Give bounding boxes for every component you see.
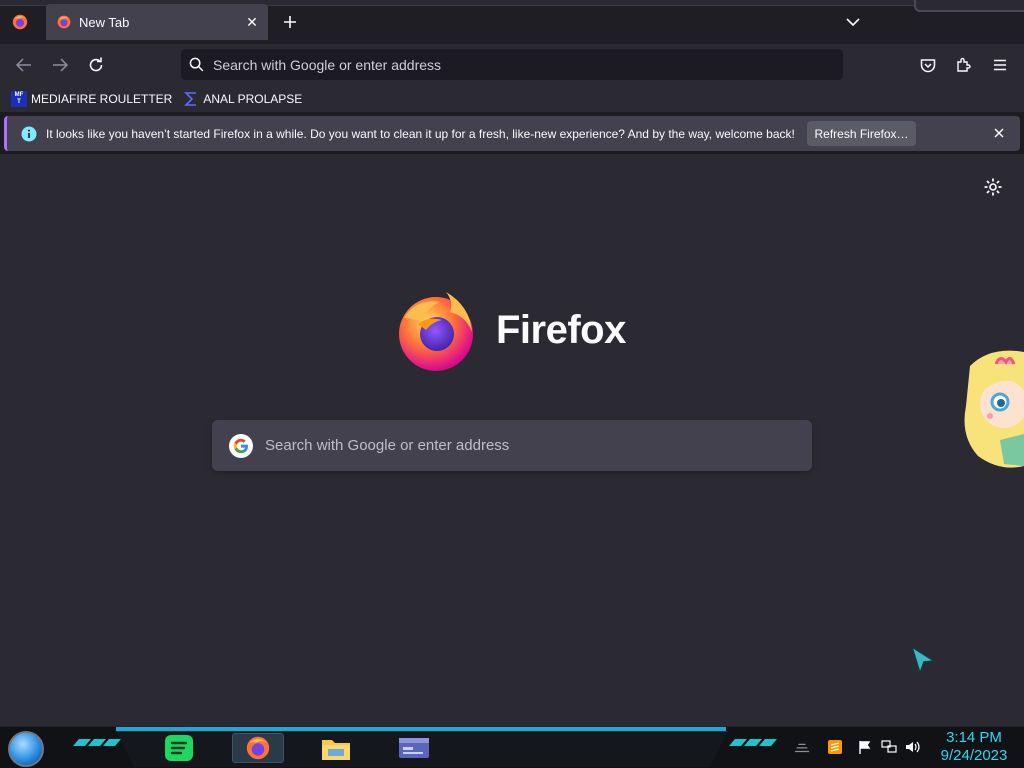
close-icon: [994, 128, 1004, 138]
firefox-logo-icon: [399, 292, 473, 371]
bookmark-anal-prolapse[interactable]: ANAL PROLAPSE: [183, 91, 302, 107]
flag-icon: [859, 741, 871, 754]
notification-message: It looks like you haven’t started Firefo…: [46, 126, 795, 141]
pocket-button[interactable]: [914, 52, 942, 78]
clock-time: 3:14 PM: [946, 729, 1002, 746]
taskbar-decoration-left: [73, 739, 121, 746]
tab-title: New Tab: [79, 14, 130, 30]
puzzle-piece-icon: [957, 57, 971, 72]
new-tab-page: Firefox Search with Google or enter addr…: [0, 154, 1024, 726]
refresh-notification-bar: It looks like you haven’t started Firefo…: [4, 116, 1020, 151]
search-icon: [189, 57, 204, 72]
taskbar-accent-strip: [116, 727, 726, 731]
gear-icon[interactable]: [983, 177, 1003, 197]
refresh-firefox-button[interactable]: Refresh Firefox…: [807, 121, 916, 146]
arrow-right-icon: [53, 58, 68, 72]
mouse-cursor-icon: [910, 645, 936, 675]
tab-strip: New Tab ✕: [0, 0, 1024, 44]
hamburger-menu-icon: [994, 59, 1006, 71]
tray-volume-icon[interactable]: [905, 739, 921, 755]
info-icon: [21, 126, 37, 141]
network-icon: [881, 740, 897, 753]
firefox-view-icon[interactable]: [11, 13, 29, 31]
sublime-text-icon: [828, 740, 842, 754]
taskbar-decoration-right: [729, 739, 777, 746]
taskbar-app-file-explorer[interactable]: [310, 733, 362, 763]
tab-new-tab[interactable]: New Tab ✕: [46, 4, 268, 40]
keyboard-icon: [794, 743, 810, 753]
forward-button[interactable]: [46, 52, 74, 78]
tray-network-icon[interactable]: [881, 739, 897, 755]
list-all-tabs-button[interactable]: [842, 12, 864, 32]
taskbar-app-window[interactable]: [388, 733, 440, 763]
chevron-down-icon: [846, 18, 860, 27]
back-button[interactable]: [10, 52, 38, 78]
tray-app-icon[interactable]: [827, 739, 843, 755]
address-bar[interactable]: Search with Google or enter address: [181, 49, 843, 80]
extensions-button[interactable]: [950, 52, 978, 78]
speaker-icon: [906, 741, 920, 753]
taskbar-app-firefox[interactable]: [232, 733, 284, 763]
window-icon: [399, 738, 429, 758]
arrow-left-icon: [16, 58, 31, 72]
reload-icon: [89, 57, 103, 72]
bookmark-label: ANAL PROLAPSE: [203, 92, 303, 106]
close-tab-icon[interactable]: ✕: [242, 12, 262, 32]
taskbar: 3:14 PM 9/24/2023: [0, 726, 1024, 768]
firefox-wordmark: Firefox: [496, 307, 626, 352]
bookmarks-toolbar: MF T MEDIAFIRE ROULETTER ANAL PROLAPSE: [0, 86, 1024, 112]
google-search-box[interactable]: Search with Google or enter address: [212, 420, 812, 471]
tray-keyboard-icon[interactable]: [794, 739, 810, 755]
pocket-icon: [920, 58, 936, 72]
cartoon-character-sticker: [964, 350, 1024, 468]
tray-flag-icon[interactable]: [857, 739, 873, 755]
firefox-favicon-icon: [57, 15, 71, 29]
new-tab-button[interactable]: [278, 10, 302, 34]
start-button[interactable]: [8, 731, 44, 767]
app-menu-button[interactable]: [986, 52, 1014, 78]
firefox-icon: [246, 736, 270, 760]
close-notification-button[interactable]: [990, 124, 1008, 142]
bookmark-mediafire-rouletter[interactable]: MF T MEDIAFIRE ROULETTER: [11, 91, 172, 107]
address-bar-placeholder: Search with Google or enter address: [213, 56, 442, 73]
navigation-toolbar: Search with Google or enter address: [0, 44, 1024, 86]
mft-icon: MF T: [11, 91, 27, 107]
plus-icon: [284, 16, 296, 28]
bookmark-label: MEDIAFIRE ROULETTER: [31, 92, 173, 106]
search-box-placeholder: Search with Google or enter address: [265, 437, 510, 454]
google-g-icon: [229, 433, 253, 458]
taskbar-clock[interactable]: 3:14 PM 9/24/2023: [930, 729, 1018, 765]
window-corner-decoration: [914, 0, 1024, 12]
clock-date: 9/24/2023: [940, 747, 1008, 764]
spotify-icon: [165, 735, 193, 761]
sigma-icon: [184, 92, 197, 106]
file-explorer-icon: [322, 740, 350, 760]
firefox-logo: Firefox: [396, 288, 626, 372]
reload-button[interactable]: [82, 52, 110, 78]
taskbar-app-spotify[interactable]: [153, 733, 205, 763]
